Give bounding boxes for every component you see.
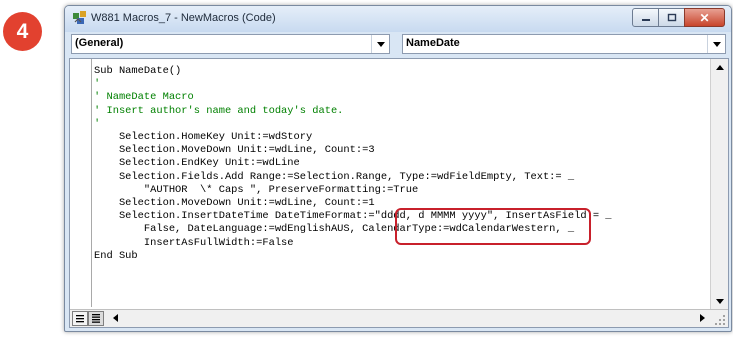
procedure-view-icon bbox=[76, 315, 84, 323]
scroll-up-button[interactable] bbox=[711, 59, 728, 75]
resize-grip-icon[interactable] bbox=[714, 314, 726, 326]
code-editor[interactable]: Sub NameDate() ' ' NameDate Macro ' Insert … bbox=[69, 58, 729, 328]
step-number-badge: 4 bbox=[3, 12, 42, 51]
chevron-down-icon bbox=[376, 41, 385, 47]
arrow-right-icon bbox=[700, 314, 705, 322]
procedure-combo-dropdown[interactable] bbox=[707, 35, 725, 53]
code-comment-line[interactable]: ' bbox=[94, 118, 708, 131]
arrow-down-icon bbox=[715, 298, 724, 304]
date-format-highlight bbox=[395, 208, 591, 245]
margin-indicator-bar[interactable] bbox=[70, 59, 92, 307]
title-bar[interactable]: W881 Macros_7 - NewMacros (Code) ✕ bbox=[65, 6, 731, 32]
procedure-combo-value: NameDate bbox=[406, 37, 460, 49]
code-comment-line[interactable]: ' Insert author's name and today's date. bbox=[94, 105, 708, 118]
code-line[interactable]: Selection.EndKey Unit:=wdLine bbox=[94, 157, 708, 170]
code-line[interactable]: "AUTHOR \* Caps ", PreserveFormatting:=T… bbox=[94, 184, 708, 197]
vertical-scrollbar[interactable] bbox=[710, 59, 728, 309]
maximize-button[interactable] bbox=[658, 8, 685, 27]
object-combo[interactable]: (General) bbox=[71, 34, 390, 54]
scroll-left-button[interactable] bbox=[107, 310, 124, 326]
window-controls: ✕ bbox=[632, 8, 725, 27]
object-combo-value: (General) bbox=[75, 37, 124, 49]
procedure-view-button[interactable] bbox=[72, 311, 88, 326]
close-button[interactable]: ✕ bbox=[684, 8, 725, 27]
code-comment-line[interactable]: ' NameDate Macro bbox=[94, 91, 708, 104]
code-line[interactable]: Selection.Fields.Add Range:=Selection.Ra… bbox=[94, 171, 708, 184]
full-module-view-icon bbox=[92, 314, 100, 323]
arrow-up-icon bbox=[715, 64, 724, 70]
minimize-icon bbox=[641, 18, 650, 21]
maximize-icon bbox=[667, 13, 676, 22]
combo-row: (General) NameDate bbox=[69, 34, 727, 56]
minimize-button[interactable] bbox=[632, 8, 659, 27]
chevron-down-icon bbox=[712, 41, 721, 47]
code-line[interactable]: Sub NameDate() bbox=[94, 65, 708, 78]
object-combo-dropdown[interactable] bbox=[371, 35, 389, 53]
vba-app-icon bbox=[73, 11, 86, 24]
vba-code-window: W881 Macros_7 - NewMacros (Code) ✕ (Gene… bbox=[64, 5, 732, 332]
close-icon: ✕ bbox=[699, 10, 710, 25]
scroll-right-button[interactable] bbox=[694, 310, 711, 326]
full-module-view-button[interactable] bbox=[88, 311, 104, 326]
bottom-scroll-row bbox=[70, 309, 728, 327]
arrow-left-icon bbox=[113, 314, 118, 322]
code-comment-line[interactable]: ' bbox=[94, 78, 708, 91]
scroll-down-button[interactable] bbox=[711, 293, 728, 309]
code-line[interactable]: End Sub bbox=[94, 250, 708, 263]
window-title: W881 Macros_7 - NewMacros (Code) bbox=[91, 12, 276, 24]
procedure-combo[interactable]: NameDate bbox=[402, 34, 726, 54]
code-line[interactable]: Selection.MoveDown Unit:=wdLine, Count:=… bbox=[94, 144, 708, 157]
code-line[interactable]: Selection.HomeKey Unit:=wdStory bbox=[94, 131, 708, 144]
